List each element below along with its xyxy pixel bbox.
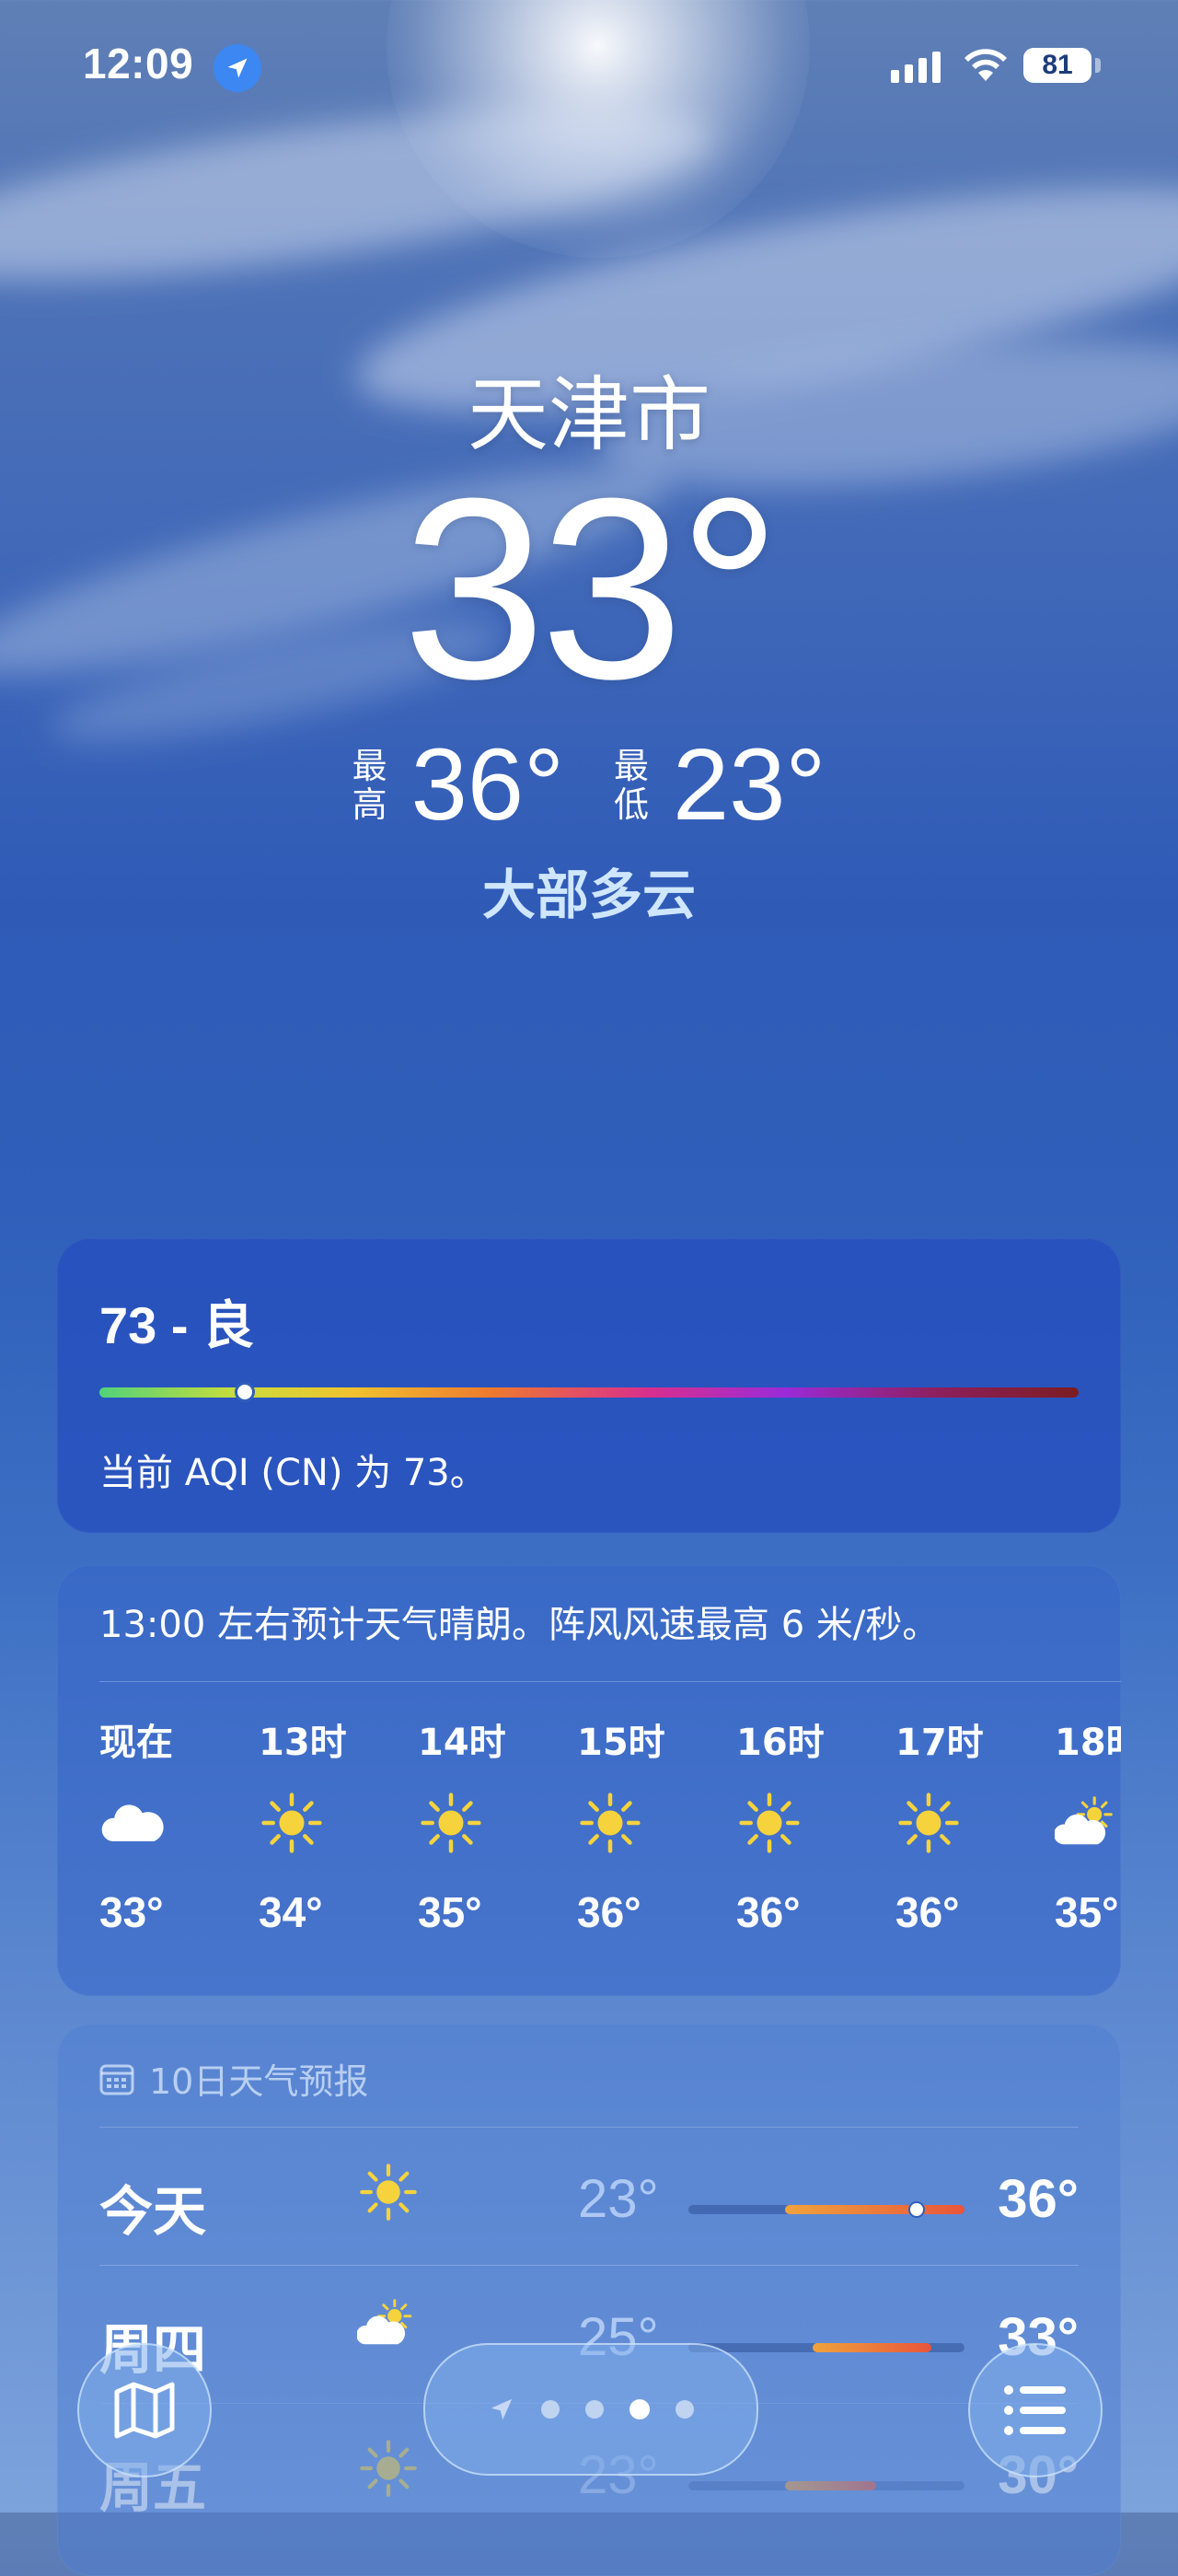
hour-temp: 35°	[1055, 1888, 1119, 1936]
forecast-day: 今天	[99, 2180, 207, 2243]
hourly-item: 现在 33°	[99, 1712, 259, 1979]
ten-day-forecast-card[interactable]: 10日天气预报 今天23°36°周四25°33°周五23°30°	[57, 2024, 1121, 2576]
hourly-item: 15时 36°	[577, 1712, 736, 1979]
forecast-row[interactable]: 今天 23° 36°	[99, 2127, 1079, 2266]
hour-label: 17时	[895, 1722, 984, 1764]
hourly-list[interactable]: 现在 33° 13时 34° 14时 35° 15时 36° 16时 36° 17时 36° 18时 35…	[99, 1712, 1121, 1979]
sun-icon	[895, 1768, 962, 1878]
location-arrow-icon	[214, 44, 261, 92]
temperature-range-bar	[688, 2481, 964, 2490]
sun-icon	[418, 1768, 484, 1878]
high-label-char-2: 高	[352, 784, 387, 825]
weather-condition: 大部多云	[481, 864, 696, 926]
partly-cloudy-icon	[1055, 1768, 1121, 1878]
high-label: 最 高	[352, 747, 387, 824]
hourly-item: 16时 36°	[736, 1712, 895, 1979]
hour-label: 16时	[736, 1722, 825, 1764]
hour-temp: 35°	[418, 1888, 482, 1936]
hour-temp: 36°	[895, 1888, 960, 1936]
sun-icon	[259, 1768, 325, 1878]
status-time: 12:09	[83, 40, 194, 87]
hour-label: 18时	[1055, 1722, 1121, 1764]
forecast-header-label: 10日天气预报	[149, 2061, 369, 2102]
map-icon	[114, 2382, 175, 2439]
list-icon	[1004, 2385, 1066, 2435]
hour-temp: 33°	[99, 1888, 164, 1936]
forecast-high: 36°	[998, 2169, 1079, 2229]
hourly-forecast-card[interactable]: 13:00 左右预计天气晴朗。阵风风速最高 6 米/秒。 现在 33° 13时 34°…	[57, 1565, 1121, 1996]
hourly-item: 17时 36°	[895, 1712, 1055, 1979]
temperature-range-bar	[688, 2343, 964, 2352]
aqi-scale-bar	[99, 1382, 1079, 1402]
battery-tip	[1095, 58, 1101, 73]
aqi-description: 当前 AQI (CN) 为 73。	[99, 1452, 487, 1494]
hour-label: 现在	[99, 1722, 173, 1764]
high-label-char-1: 最	[352, 746, 387, 786]
forecast-header: 10日天气预报	[99, 2053, 368, 2104]
current-location-icon[interactable]	[488, 2396, 515, 2423]
hour-temp: 36°	[736, 1888, 801, 1936]
low-label: 最 低	[614, 747, 649, 824]
aqi-card[interactable]: 73 - 良 当前 AQI (CN) 为 73。	[57, 1238, 1121, 1533]
low-temp: 23°	[673, 728, 826, 841]
page-dot[interactable]	[541, 2400, 560, 2419]
aqi-indicator-dot	[235, 1382, 256, 1402]
aqi-title: 73 - 良	[99, 1296, 255, 1354]
hourly-item: 14时 35°	[418, 1712, 577, 1979]
page-indicator[interactable]	[423, 2343, 758, 2476]
hour-label: 13时	[259, 1722, 347, 1764]
page-dot[interactable]	[585, 2400, 604, 2419]
partly-cloudy-icon	[356, 2299, 420, 2352]
cloud-icon	[99, 1768, 166, 1878]
map-button[interactable]	[77, 2343, 212, 2477]
low-label-char-2: 低	[614, 784, 650, 825]
temperature-range-bar	[688, 2201, 964, 2218]
page-dots	[541, 2399, 694, 2419]
temperature-range-fill	[785, 2205, 964, 2214]
temperature-range-fill	[785, 2481, 876, 2490]
hour-temp: 34°	[259, 1888, 323, 1936]
hour-label: 14时	[418, 1722, 506, 1764]
sun-icon	[577, 1768, 643, 1878]
hourly-summary: 13:00 左右预计天气晴朗。阵风风速最高 6 米/秒。	[99, 1604, 940, 1646]
current-temp-dot	[908, 2201, 925, 2218]
city-list-button[interactable]	[968, 2343, 1103, 2477]
forecast-low: 23°	[578, 2169, 659, 2229]
calendar-icon	[99, 2064, 134, 2094]
hourly-item: 13时 34°	[259, 1712, 418, 1979]
page-dot[interactable]	[676, 2400, 694, 2419]
sun-icon	[736, 1768, 803, 1878]
low-label-char-1: 最	[614, 746, 650, 786]
sun-icon	[357, 2437, 420, 2503]
sun-icon	[357, 2161, 420, 2227]
hour-temp: 36°	[577, 1888, 641, 1936]
status-bar: 12:09 81	[0, 0, 1178, 129]
high-low-temps: 最 高 36° 最 低 23°	[0, 735, 1178, 836]
current-temperature: 33°	[402, 446, 780, 733]
hour-label: 15时	[577, 1722, 665, 1764]
temperature-range-fill	[813, 2343, 931, 2352]
battery-icon: 81	[1023, 48, 1091, 83]
wifi-icon	[964, 49, 1007, 81]
hourly-item: 18时 35°	[1055, 1712, 1121, 1979]
divider	[99, 1681, 1121, 1682]
page-dot[interactable]	[629, 2399, 650, 2419]
high-temp: 36°	[410, 728, 564, 841]
cellular-signal-icon	[891, 52, 941, 83]
